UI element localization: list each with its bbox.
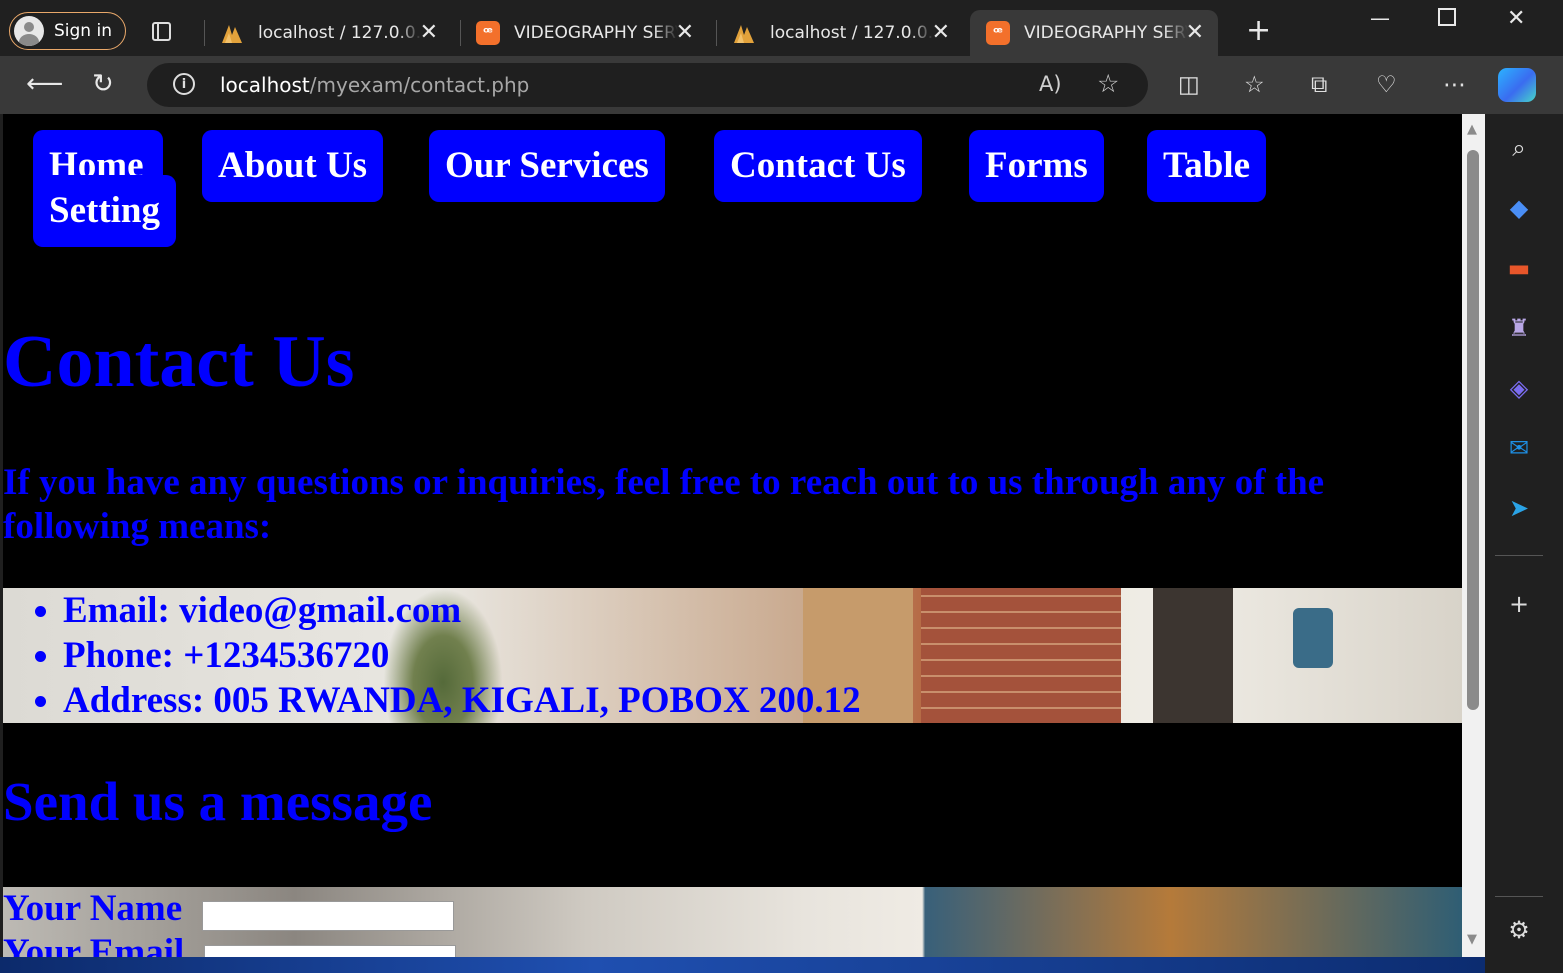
sign-in-button[interactable]: Sign in	[9, 12, 126, 50]
contact-list: Email: video@gmail.com Phone: +123453672…	[3, 588, 861, 723]
sign-in-label: Sign in	[54, 21, 112, 41]
phpmyadmin-icon	[734, 25, 754, 43]
contact-address: Address: 005 RWANDA, KIGALI, POBOX 200.1…	[63, 678, 861, 723]
site-nav: Home About Us Our Services Contact Us Fo…	[3, 114, 1462, 264]
back-icon[interactable]: ⟵	[26, 70, 63, 98]
maximize-icon[interactable]	[1438, 8, 1456, 26]
scroll-thumb[interactable]	[1467, 150, 1479, 710]
sidebar-settings-gear-icon[interactable]: ⚙	[1505, 916, 1533, 944]
nav-our-services[interactable]: Our Services	[429, 130, 665, 202]
read-aloud-icon[interactable]: A)	[1039, 72, 1062, 96]
scroll-down-icon[interactable]: ▼	[1467, 932, 1477, 947]
browser-toolbar: ⟵ ↻ i localhost/myexam/contact.php A) ☆ …	[0, 56, 1563, 114]
split-screen-icon[interactable]: ◫	[1178, 72, 1200, 98]
tab-videography-active[interactable]: ꟹ VIDEOGRAPHY SERVICES ✕	[970, 10, 1218, 56]
contact-phone: Phone: +1234536720	[63, 633, 861, 678]
close-tab-icon[interactable]: ✕	[1186, 20, 1204, 46]
drop-send-icon[interactable]: ➤	[1505, 494, 1533, 522]
nav-about-us[interactable]: About Us	[202, 130, 384, 202]
favorites-icon[interactable]: ☆	[1244, 72, 1265, 98]
contact-info-section: Email: video@gmail.com Phone: +123453672…	[3, 588, 1462, 723]
refresh-icon[interactable]: ↻	[92, 70, 114, 98]
tab-actions-icon[interactable]	[152, 22, 171, 41]
nav-setting[interactable]: Setting	[33, 175, 176, 247]
sidebar-separator	[1495, 555, 1543, 556]
nav-table[interactable]: Table	[1147, 130, 1267, 202]
copilot-icon[interactable]	[1498, 68, 1536, 102]
message-form: Your Name Your Email	[3, 887, 1462, 957]
xampp-icon: ꟹ	[476, 21, 500, 45]
phpmyadmin-icon	[222, 25, 242, 43]
edge-sidebar: ⌕ ◆ ▬ ♜ ◈ ✉ ➤ + ⚙	[1485, 114, 1563, 973]
nav-contact-us[interactable]: Contact Us	[714, 130, 922, 202]
form-heading: Send us a message	[3, 771, 433, 832]
nav-forms[interactable]: Forms	[969, 130, 1104, 202]
tab-title: localhost / 127.0.0.1	[770, 23, 934, 43]
games-icon[interactable]: ♜	[1505, 314, 1533, 342]
background-photo	[921, 588, 1121, 723]
tab-title: localhost / 127.0.0.1	[258, 23, 422, 43]
collections-icon[interactable]: ⧉	[1311, 72, 1327, 98]
tab-strip: Sign in localhost / 127.0.0.1 ✕ ꟹ VIDEOG…	[0, 0, 1563, 60]
address-bar[interactable]: i localhost/myexam/contact.php A) ☆	[147, 63, 1148, 107]
tab-title: VIDEOGRAPHY SERVICES	[514, 23, 678, 43]
profile-avatar-icon	[14, 16, 44, 46]
desktop-wallpaper-edge	[0, 957, 1485, 973]
scroll-up-icon[interactable]: ▲	[1467, 122, 1477, 137]
email-label: Your Email	[3, 932, 185, 957]
background-photo	[1153, 588, 1233, 723]
new-tab-icon[interactable]: +	[1246, 14, 1271, 48]
tools-briefcase-icon[interactable]: ▬	[1505, 254, 1533, 282]
microsoft-365-icon[interactable]: ◈	[1505, 374, 1533, 402]
shopping-tag-icon[interactable]: ◆	[1505, 194, 1533, 222]
page-title: Contact Us	[3, 321, 355, 403]
email-input[interactable]	[204, 945, 456, 957]
close-tab-icon[interactable]: ✕	[676, 20, 694, 46]
vertical-scrollbar[interactable]: ▲ ▼	[1462, 114, 1485, 957]
name-input[interactable]	[202, 901, 454, 931]
close-window-icon[interactable]: ✕	[1507, 6, 1525, 31]
background-photo	[1293, 608, 1333, 668]
add-sidebar-app-icon[interactable]: +	[1505, 590, 1533, 618]
tab-phpmyadmin-1[interactable]: localhost / 127.0.0.1 ✕	[204, 10, 452, 56]
sidebar-separator	[1495, 896, 1543, 897]
xampp-icon: ꟹ	[986, 21, 1010, 45]
favorite-star-icon[interactable]: ☆	[1097, 69, 1119, 98]
intro-text: If you have any questions or inquiries, …	[3, 462, 1325, 547]
more-options-icon[interactable]: ⋯	[1443, 72, 1466, 98]
close-tab-icon[interactable]: ✕	[420, 20, 438, 46]
tab-videography-1[interactable]: ꟹ VIDEOGRAPHY SERVICES ✕	[460, 10, 708, 56]
site-info-icon[interactable]: i	[173, 73, 195, 95]
outlook-icon[interactable]: ✉	[1505, 434, 1533, 462]
url-path: /myexam/contact.php	[309, 73, 530, 97]
page-viewport: Home About Us Our Services Contact Us Fo…	[3, 114, 1462, 957]
browser-essentials-icon[interactable]: ♡	[1376, 72, 1397, 98]
tab-phpmyadmin-2[interactable]: localhost / 127.0.0.1 ✕	[716, 10, 964, 56]
search-icon[interactable]: ⌕	[1505, 134, 1533, 162]
url-host: localhost	[220, 73, 310, 97]
name-label: Your Name	[3, 888, 183, 929]
tab-title: VIDEOGRAPHY SERVICES	[1024, 23, 1188, 43]
close-tab-icon[interactable]: ✕	[932, 20, 950, 46]
minimize-icon[interactable]: —	[1370, 6, 1390, 30]
url-text[interactable]: localhost/myexam/contact.php	[220, 73, 529, 97]
contact-email: Email: video@gmail.com	[63, 588, 861, 633]
